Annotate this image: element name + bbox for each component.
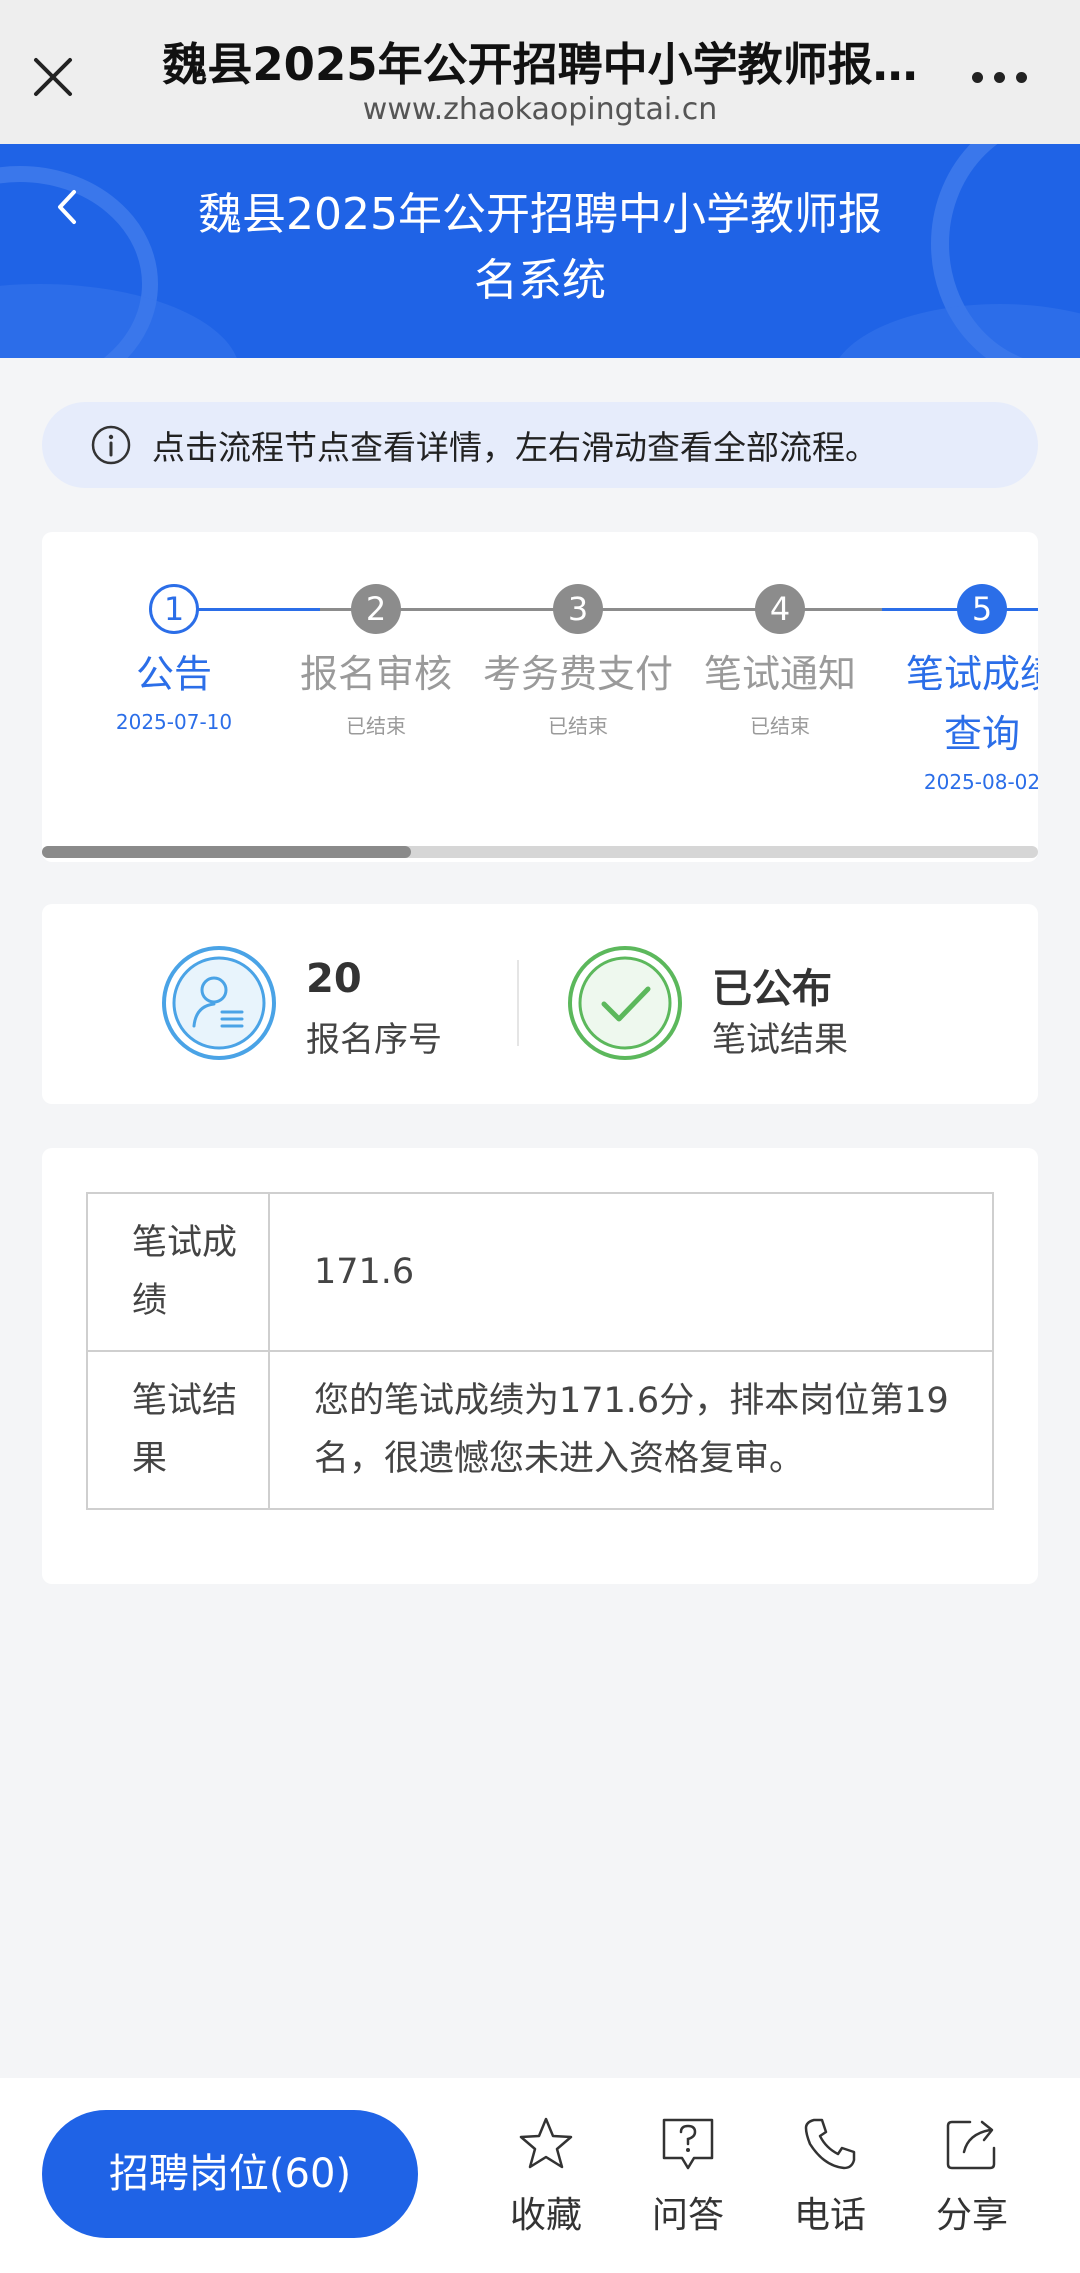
info-icon bbox=[91, 425, 131, 465]
step-status: 已结束 bbox=[750, 714, 810, 738]
check-icon bbox=[568, 946, 682, 1060]
step-number: 3 bbox=[553, 584, 603, 634]
table-row: 笔试结果 您的笔试成绩为171.6分，排本岗位第19名，很遗憾您未进入资格复审。 bbox=[86, 1350, 994, 1510]
step-announcement[interactable]: 1 公告 2025-07-10 bbox=[74, 584, 274, 734]
registration-number: 20 bbox=[306, 956, 362, 1002]
question-icon bbox=[662, 2118, 714, 2170]
favorite-label: 收藏 bbox=[509, 2195, 582, 2236]
jobs-button[interactable]: 招聘岗位(60) bbox=[42, 2110, 418, 2238]
browser-top-bar: 魏县2025年公开招聘中小学教师报… www.zhaokaopingtai.cn bbox=[0, 0, 1080, 144]
more-icon[interactable] bbox=[972, 72, 1032, 84]
star-icon bbox=[519, 2117, 573, 2169]
browser-url: www.zhaokaopingtai.cn bbox=[362, 92, 718, 127]
row-value: 您的笔试成绩为171.6分，排本岗位第19名，很遗憾您未进入资格复审。 bbox=[268, 1350, 994, 1510]
step-number: 1 bbox=[149, 584, 199, 634]
page-header: 魏县2025年公开招聘中小学教师报 名系统 bbox=[0, 144, 1080, 358]
step-status: 已结束 bbox=[346, 714, 406, 738]
result-status-label: 笔试结果 bbox=[712, 1020, 848, 1060]
qa-label: 问答 bbox=[651, 2195, 724, 2236]
step-fee-payment[interactable]: 3 考务费支付 已结束 bbox=[478, 584, 678, 739]
registration-number-label: 报名序号 bbox=[306, 1020, 442, 1060]
share-label: 分享 bbox=[935, 2195, 1008, 2236]
close-icon[interactable] bbox=[28, 52, 78, 102]
row-label: 笔试成绩 bbox=[86, 1192, 270, 1352]
bottom-bar: 招聘岗位(60) 收藏 问答 电话 分享 bbox=[0, 2078, 1080, 2273]
summary-card: 20 报名序号 已公布 笔试结果 bbox=[42, 904, 1038, 1104]
phone-label: 电话 bbox=[793, 2195, 866, 2236]
step-exam-notice[interactable]: 4 笔试通知 已结束 bbox=[680, 584, 880, 739]
step-number: 2 bbox=[351, 584, 401, 634]
step-registration-review[interactable]: 2 报名审核 已结束 bbox=[276, 584, 476, 739]
process-steps: 1 公告 2025-07-10 2 报名审核 已结束 3 考务费支付 已结束 4… bbox=[42, 532, 1038, 862]
browser-page-title: 魏县2025年公开招聘中小学教师报… bbox=[162, 38, 918, 91]
row-value: 171.6 bbox=[268, 1192, 994, 1352]
result-table: 笔试成绩 171.6 笔试结果 您的笔试成绩为171.6分，排本岗位第19名，很… bbox=[86, 1192, 994, 1510]
step-number: 4 bbox=[755, 584, 805, 634]
step-number: 5 bbox=[957, 584, 1007, 634]
info-tip: 点击流程节点查看详情，左右滑动查看全部流程。 bbox=[42, 402, 1038, 488]
page-title-line2: 名系统 bbox=[474, 255, 606, 306]
qa-button[interactable]: 问答 bbox=[628, 2114, 748, 2238]
step-label: 公告 bbox=[135, 652, 212, 696]
result-card: 笔试成绩 171.6 笔试结果 您的笔试成绩为171.6分，排本岗位第19名，很… bbox=[42, 1148, 1038, 1584]
step-score-query[interactable]: 5 笔试成绩查询 2025-08-02 bbox=[882, 584, 1038, 794]
favorite-button[interactable]: 收藏 bbox=[486, 2114, 606, 2238]
step-date: 2025-08-02 bbox=[923, 770, 1038, 794]
step-date: 2025-07-10 bbox=[115, 710, 233, 734]
tip-text: 点击流程节点查看详情，左右滑动查看全部流程。 bbox=[152, 428, 878, 467]
row-label: 笔试结果 bbox=[86, 1350, 270, 1510]
step-label: 笔试通知 bbox=[703, 652, 856, 696]
scrollbar-thumb[interactable] bbox=[42, 846, 411, 858]
result-status: 已公布 bbox=[712, 966, 832, 1012]
phone-icon bbox=[804, 2118, 856, 2170]
back-icon[interactable] bbox=[52, 184, 82, 230]
divider bbox=[517, 960, 519, 1046]
step-label: 考务费支付 bbox=[482, 652, 673, 696]
page-title: 魏县2025年公开招聘中小学教师报 名系统 bbox=[180, 182, 900, 314]
step-status: 已结束 bbox=[548, 714, 608, 738]
share-button[interactable]: 分享 bbox=[912, 2114, 1032, 2238]
steps-scrollbar[interactable] bbox=[42, 846, 1038, 858]
phone-button[interactable]: 电话 bbox=[770, 2114, 890, 2238]
step-label: 笔试成绩查询 bbox=[905, 652, 1038, 756]
share-icon bbox=[946, 2120, 996, 2170]
table-row: 笔试成绩 171.6 bbox=[86, 1192, 994, 1352]
step-label: 报名审核 bbox=[299, 652, 452, 696]
registration-number-icon bbox=[162, 946, 276, 1060]
page-title-line1: 魏县2025年公开招聘中小学教师报 bbox=[198, 189, 882, 240]
